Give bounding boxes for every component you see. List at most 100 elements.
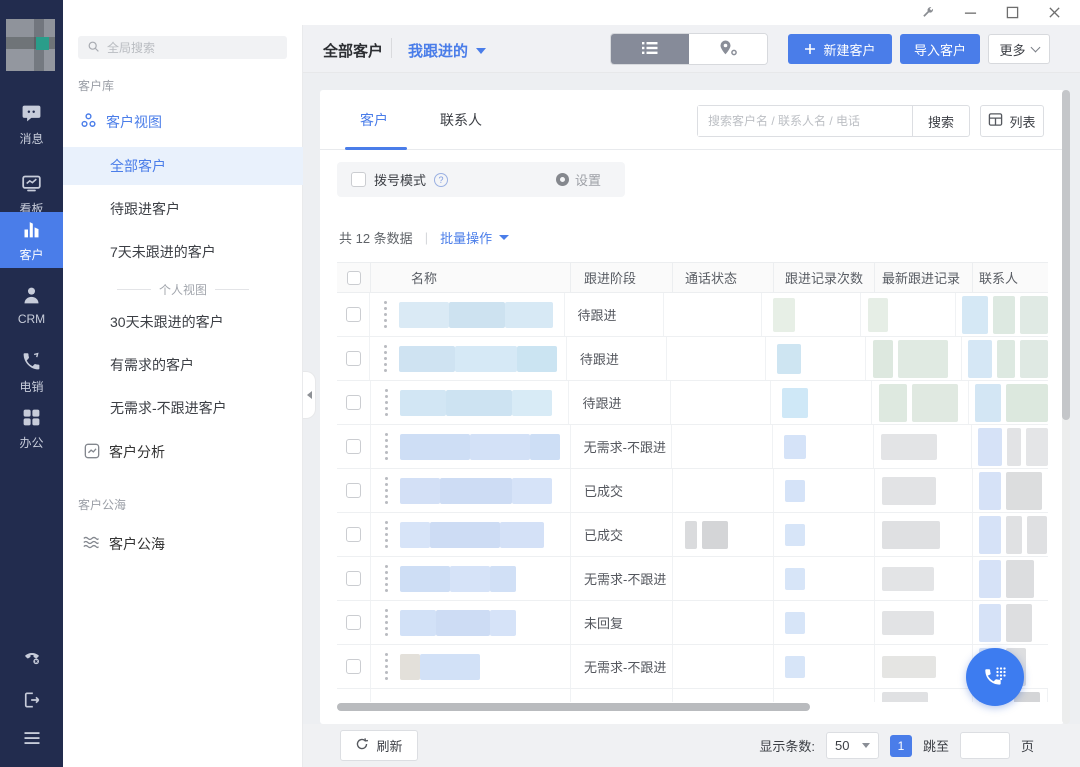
rail-item-telesales[interactable]: 电销 <box>0 344 63 402</box>
redacted-block <box>1026 428 1048 466</box>
dial-settings[interactable]: 设置 <box>556 170 611 189</box>
redacted-block <box>868 298 888 332</box>
sidebar-collapse-handle[interactable] <box>303 371 316 419</box>
import-customer-button[interactable]: 导入客户 <box>900 34 980 64</box>
call-cell <box>667 337 766 380</box>
rail-item-crm[interactable]: CRM <box>0 278 63 333</box>
table-row: 未回复 <box>337 601 1048 645</box>
row-checkbox[interactable] <box>346 571 361 586</box>
tab-contacts[interactable]: 联系人 <box>440 110 482 130</box>
redacted-block <box>879 384 907 422</box>
dashboard-icon <box>21 173 42 197</box>
row-checkbox[interactable] <box>346 439 361 454</box>
horizontal-scrollbar[interactable] <box>337 703 810 711</box>
current-page-button[interactable]: 1 <box>890 735 912 757</box>
sidebar-item-30days[interactable]: 30天未跟进的客户 <box>63 303 303 341</box>
rail-item-customers[interactable]: 客户 <box>0 212 63 268</box>
list-view-button[interactable] <box>611 34 689 64</box>
menu-icon[interactable] <box>0 728 63 748</box>
refresh-button[interactable]: 刷新 <box>340 730 418 761</box>
map-view-button[interactable] <box>689 34 767 64</box>
batch-actions-dropdown[interactable]: 批量操作 <box>440 228 509 247</box>
global-search[interactable] <box>78 36 287 59</box>
table-row: 待跟进 <box>337 293 1048 337</box>
latest-cell <box>875 469 973 512</box>
rail-item-messages[interactable]: 消息 <box>0 96 63 154</box>
views-icon <box>80 112 97 132</box>
redacted-block <box>446 390 512 416</box>
search-button[interactable]: 搜索 <box>912 106 969 136</box>
table-search-input[interactable] <box>698 106 912 136</box>
select-all-checkbox[interactable] <box>347 271 361 285</box>
header-latest-record: 最新跟进记录 <box>875 262 973 293</box>
redacted-block <box>1006 472 1042 510</box>
sidebar-item-customer-sea[interactable]: 客户公海 <box>63 525 303 563</box>
personal-view-divider: 个人视图 <box>63 281 303 298</box>
redacted-block <box>430 522 500 548</box>
sidebar-item-to-follow[interactable]: 待跟进客户 <box>63 190 303 228</box>
count-cell <box>774 645 875 688</box>
sidebar-item-has-need[interactable]: 有需求的客户 <box>63 346 303 384</box>
global-search-input[interactable] <box>107 41 257 55</box>
row-checkbox[interactable] <box>346 615 361 630</box>
wrench-icon[interactable] <box>920 5 936 21</box>
tab-customers[interactable]: 客户 <box>360 110 388 130</box>
redacted-block <box>449 302 505 328</box>
sidebar-item-no-need[interactable]: 无需求-不跟进客户 <box>63 389 303 427</box>
vertical-scrollbar[interactable] <box>1062 90 1070 420</box>
redacted-block <box>400 390 446 416</box>
logout-icon[interactable] <box>0 690 63 710</box>
sidebar-item-7days[interactable]: 7天未跟进的客户 <box>63 233 303 271</box>
refresh-icon <box>355 737 369 754</box>
contacts-cell <box>956 293 1048 336</box>
row-menu-icon[interactable] <box>385 621 388 624</box>
name-blocks <box>400 566 516 592</box>
dial-mode-bar: 拨号模式 设置 <box>337 162 625 197</box>
redacted-block <box>400 478 440 504</box>
maximize-icon[interactable] <box>1004 5 1020 21</box>
filter-dropdown[interactable]: 我跟进的 <box>408 40 486 61</box>
sidebar-item-all-customers[interactable]: 全部客户 <box>63 147 303 185</box>
redacted-block <box>912 384 958 422</box>
help-icon[interactable] <box>434 173 448 187</box>
close-icon[interactable] <box>1046 5 1062 21</box>
row-menu-icon[interactable] <box>384 357 387 360</box>
new-customer-button[interactable]: 新建客户 <box>788 34 892 64</box>
row-checkbox[interactable] <box>346 351 361 366</box>
row-checkbox[interactable] <box>346 307 361 322</box>
sidebar-item-customer-views[interactable]: 客户视图 <box>63 103 303 141</box>
phone-off-icon[interactable] <box>0 648 63 668</box>
row-menu-icon[interactable] <box>385 489 388 492</box>
view-toggle <box>610 33 768 65</box>
dial-mode-checkbox[interactable] <box>351 172 366 187</box>
row-menu-icon[interactable] <box>384 313 387 316</box>
dialer-fab[interactable] <box>966 648 1024 706</box>
count-row: 共 12 条数据 | 批量操作 <box>339 228 509 247</box>
building-icon <box>21 219 42 243</box>
page-size-select[interactable]: 50 <box>826 732 879 759</box>
rail-item-office[interactable]: 办公 <box>0 400 63 458</box>
call-cell <box>673 469 774 512</box>
row-checkbox[interactable] <box>346 483 361 498</box>
table-row: 已成交 <box>337 513 1048 557</box>
more-button[interactable]: 更多 <box>988 34 1050 64</box>
call-cell <box>673 601 774 644</box>
avatar[interactable] <box>6 19 55 71</box>
row-menu-icon[interactable] <box>385 665 388 668</box>
jump-page-input[interactable] <box>960 732 1010 759</box>
table-row: 待跟进 <box>337 381 1048 425</box>
row-menu-icon[interactable] <box>385 445 388 448</box>
columns-button[interactable]: 列表 <box>980 105 1044 137</box>
minimize-icon[interactable] <box>962 5 978 21</box>
row-checkbox[interactable] <box>346 659 361 674</box>
row-menu-icon[interactable] <box>385 533 388 536</box>
row-checkbox[interactable] <box>346 527 361 542</box>
name-blocks <box>400 610 516 636</box>
redacted-block <box>400 522 430 548</box>
vertical-scrollbar-track <box>1062 90 1070 724</box>
active-tab-underline <box>345 147 407 150</box>
row-menu-icon[interactable] <box>385 401 388 404</box>
row-menu-icon[interactable] <box>385 577 388 580</box>
row-checkbox[interactable] <box>346 395 361 410</box>
sidebar-item-analysis[interactable]: 客户分析 <box>63 433 303 471</box>
